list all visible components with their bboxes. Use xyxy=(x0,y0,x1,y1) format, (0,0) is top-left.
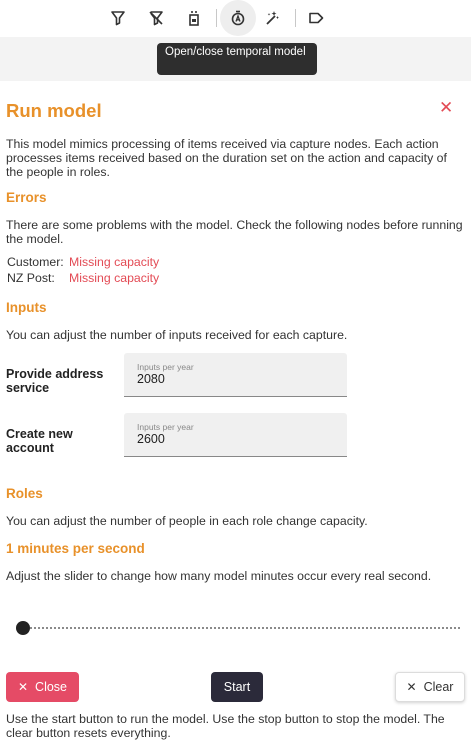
error-node: NZ Post: xyxy=(7,271,55,285)
inputs-heading: Inputs xyxy=(6,300,47,315)
inputs-text: You can adjust the number of inputs rece… xyxy=(6,328,348,342)
magic-wand-icon[interactable] xyxy=(258,4,286,32)
field-value[interactable]: 2600 xyxy=(137,432,334,446)
close-button[interactable]: ✕ Close xyxy=(6,672,79,702)
clear-icon: ✕ xyxy=(406,680,417,694)
close-icon[interactable]: ✕ xyxy=(439,98,453,118)
speed-text: Adjust the slider to change how many mod… xyxy=(6,569,432,583)
footer-text: Use the start button to run the model. U… xyxy=(6,712,445,740)
toolbar-divider xyxy=(295,9,296,27)
field-placeholder: Inputs per year xyxy=(137,362,194,372)
roles-text: You can adjust the number of people in e… xyxy=(6,514,368,528)
filter-off-icon[interactable] xyxy=(142,4,170,32)
error-row: NZ Post: Missing capacity xyxy=(7,271,159,285)
roles-heading: Roles xyxy=(6,486,43,501)
toolbar-divider xyxy=(216,9,217,27)
filter-icon[interactable] xyxy=(104,4,132,32)
close-button-label: Close xyxy=(35,680,68,694)
inputs-per-year-field[interactable]: Inputs per year 2080 xyxy=(124,353,347,397)
field-value[interactable]: 2080 xyxy=(137,372,334,386)
error-node: Customer: xyxy=(7,255,64,269)
errors-text: There are some problems with the model. … xyxy=(6,218,463,246)
start-button[interactable]: Start xyxy=(211,672,263,702)
input-label: Provide address service xyxy=(6,367,104,395)
description-text: This model mimics processing of items re… xyxy=(6,137,447,179)
error-issue: Missing capacity xyxy=(69,271,160,285)
tooltip: Open/close temporal model xyxy=(157,43,317,75)
toolbar xyxy=(0,0,471,36)
error-issue: Missing capacity xyxy=(69,255,160,269)
speed-slider-track[interactable] xyxy=(22,627,460,629)
speed-slider-thumb[interactable] xyxy=(16,621,30,635)
clear-button-label: Clear xyxy=(423,680,454,694)
clear-button[interactable]: ✕ Clear xyxy=(395,672,465,702)
start-button-label: Start xyxy=(223,680,251,694)
errors-heading: Errors xyxy=(6,190,47,205)
stopwatch-icon[interactable] xyxy=(220,0,256,36)
tag-icon[interactable] xyxy=(302,4,330,32)
input-label: Create new account xyxy=(6,427,73,455)
field-placeholder: Inputs per year xyxy=(137,422,194,432)
panel-title: Run model xyxy=(6,100,102,121)
close-icon: ✕ xyxy=(17,680,29,694)
error-row: Customer: Missing capacity xyxy=(7,255,159,269)
timer-icon[interactable] xyxy=(180,4,208,32)
speed-heading: 1 minutes per second xyxy=(6,541,145,556)
inputs-per-year-field[interactable]: Inputs per year 2600 xyxy=(124,413,347,457)
